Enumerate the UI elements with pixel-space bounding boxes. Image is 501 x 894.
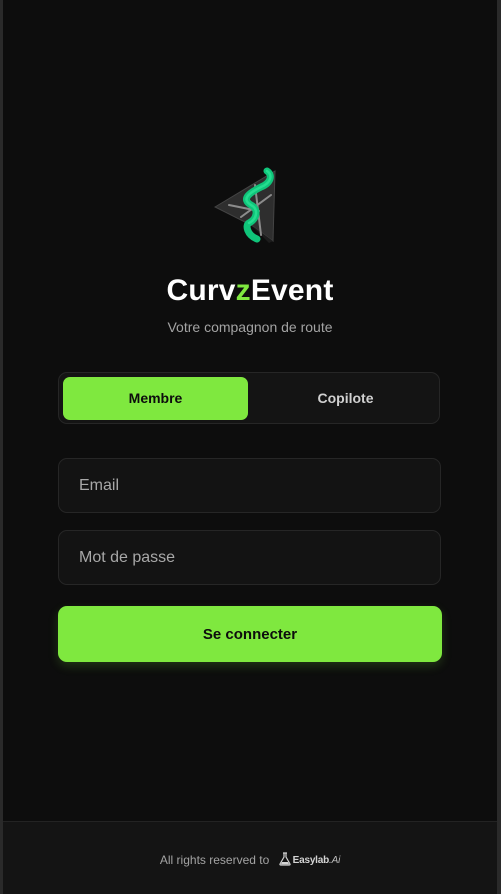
curvz-logo-icon [213, 167, 276, 243]
login-screen: CurvzEvent Votre compagnon de route Memb… [3, 0, 497, 894]
app-title-part1: Curv [166, 274, 236, 307]
role-option-copilote[interactable]: Copilote [253, 377, 438, 420]
role-option-membre[interactable]: Membre [63, 377, 248, 420]
password-input[interactable] [59, 531, 440, 584]
password-field-wrapper [58, 530, 441, 585]
partner-logo[interactable]: Easylab.Ai [278, 852, 341, 869]
app-title: CurvzEvent [3, 272, 497, 310]
app-title-part2: Event [250, 274, 334, 307]
flask-icon [278, 852, 291, 866]
app-tagline: Votre compagnon de route [167, 319, 333, 335]
role-toggle: Membre Copilote [58, 372, 440, 424]
email-field-wrapper [58, 458, 441, 513]
footer-content: All rights reserved to Easylab.Ai [3, 852, 497, 869]
footer: All rights reserved to Easylab.Ai [3, 821, 497, 894]
partner-suffix: .Ai [329, 855, 341, 867]
footer-rights-text: All rights reserved to [159, 853, 270, 867]
email-input[interactable] [59, 459, 440, 512]
app-title-accent: z [235, 274, 251, 307]
partner-name: Easylab [292, 855, 330, 867]
login-button[interactable]: Se connecter [58, 606, 442, 662]
